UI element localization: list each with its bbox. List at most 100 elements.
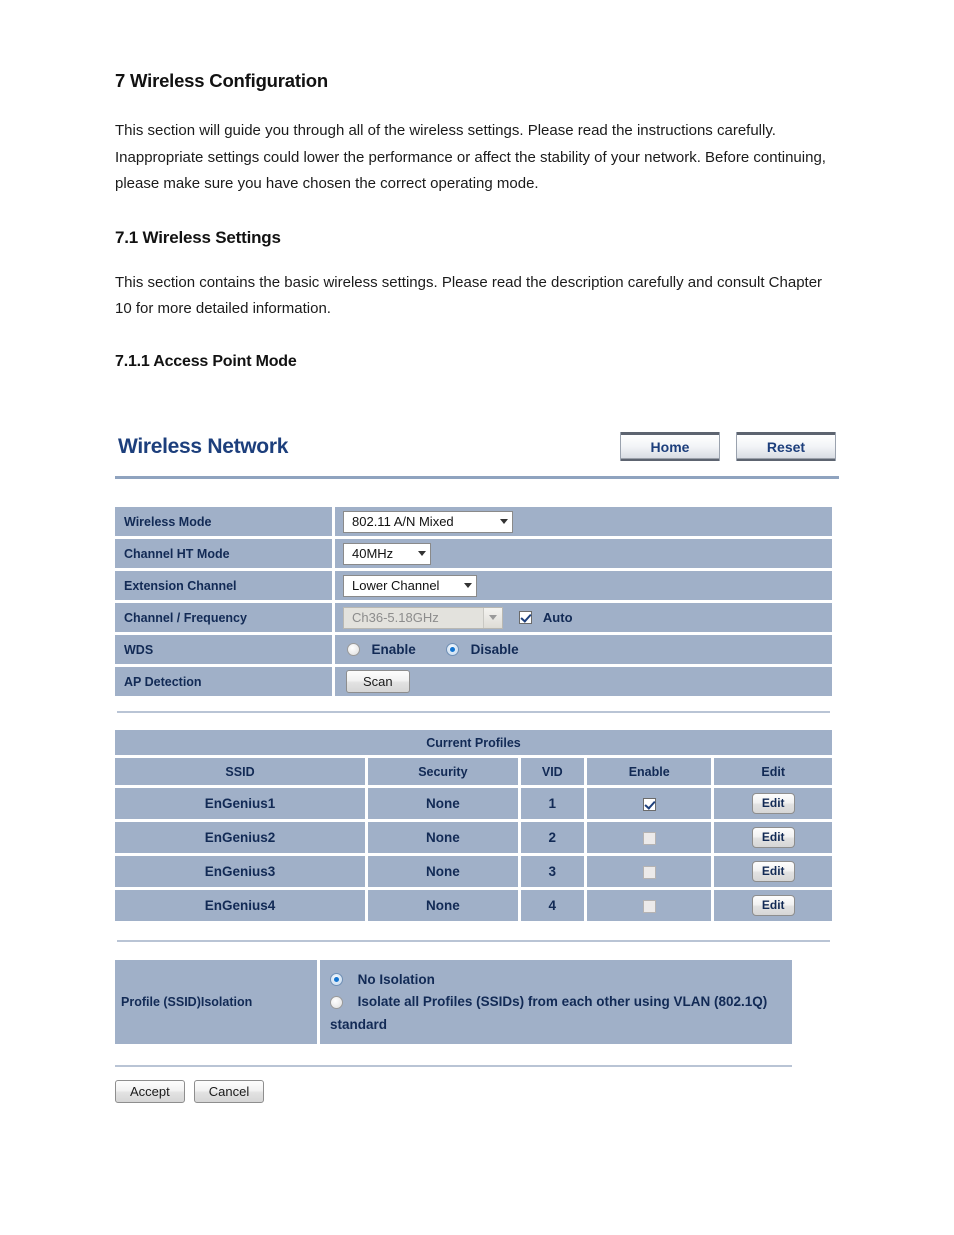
section-heading-7-1-1: 7.1.1 Access Point Mode bbox=[115, 352, 297, 370]
value-extension-channel: Lower Channel bbox=[335, 571, 832, 600]
chevron-down-icon bbox=[500, 519, 508, 524]
edit-button[interactable]: Edit bbox=[751, 793, 795, 814]
profiles-header-row: SSID Security VID Enable Edit bbox=[115, 758, 832, 785]
label-profile-isolation: Profile (SSID)Isolation bbox=[115, 960, 320, 1044]
cell-ssid: EnGenius2 bbox=[115, 822, 369, 853]
column-header-ssid: SSID bbox=[115, 758, 369, 785]
column-header-enable: Enable bbox=[586, 758, 715, 785]
label-wireless-mode: Wireless Mode bbox=[115, 507, 335, 536]
cell-edit: Edit bbox=[714, 788, 832, 819]
edit-button[interactable]: Edit bbox=[751, 827, 795, 848]
isolation-option-none: No Isolation bbox=[330, 968, 782, 991]
footer-divider bbox=[115, 1064, 792, 1067]
scan-button[interactable]: Scan bbox=[346, 670, 410, 693]
header-divider bbox=[115, 476, 839, 479]
wds-disable-radio[interactable] bbox=[446, 642, 460, 656]
profiles-title-row: Current Profiles bbox=[115, 730, 832, 755]
cell-enable bbox=[586, 788, 715, 819]
cell-vid: 1 bbox=[520, 788, 587, 819]
footer-button-group: Accept Cancel bbox=[115, 1079, 839, 1103]
auto-channel-checkbox[interactable] bbox=[519, 611, 533, 624]
cell-edit: Edit bbox=[714, 822, 832, 853]
section-heading-7-1: 7.1 Wireless Settings bbox=[115, 227, 281, 247]
profile-isolation-table: Profile (SSID)Isolation No Isolation Iso… bbox=[115, 960, 792, 1044]
label-channel-ht-mode: Channel HT Mode bbox=[115, 539, 335, 568]
row-channel-frequency: Channel / Frequency Ch36-5.18GHz Auto bbox=[115, 603, 832, 632]
cell-security: None bbox=[368, 890, 521, 921]
value-wds: Enable Disable bbox=[335, 635, 832, 664]
row-channel-ht-mode: Channel HT Mode 40MHz bbox=[115, 539, 832, 568]
extension-channel-select-value: Lower Channel bbox=[352, 578, 440, 593]
wireless-mode-select-value: 802.11 A/N Mixed bbox=[352, 514, 454, 529]
edit-button[interactable]: Edit bbox=[751, 895, 795, 916]
wds-disable-label: Disable bbox=[470, 641, 519, 657]
table-row: EnGenius2 None 2 Edit bbox=[115, 822, 832, 853]
label-wds: WDS bbox=[115, 635, 335, 664]
cell-vid: 3 bbox=[520, 856, 587, 887]
no-isolation-radio[interactable] bbox=[330, 973, 343, 987]
cancel-button[interactable]: Cancel bbox=[193, 1079, 265, 1103]
cell-enable bbox=[586, 890, 715, 921]
home-button[interactable]: Home bbox=[620, 432, 720, 461]
value-channel-frequency: Ch36-5.18GHz Auto bbox=[335, 603, 832, 632]
channel-ht-mode-select[interactable]: 40MHz bbox=[343, 542, 431, 565]
row-profile-isolation: Profile (SSID)Isolation No Isolation Iso… bbox=[115, 960, 792, 1044]
cell-vid: 2 bbox=[520, 822, 587, 853]
profile-enable-checkbox[interactable] bbox=[642, 831, 656, 845]
channel-frequency-select: Ch36-5.18GHz bbox=[343, 606, 503, 629]
extension-channel-select[interactable]: Lower Channel bbox=[343, 574, 477, 597]
column-header-security: Security bbox=[368, 758, 521, 785]
isolation-option-vlan: Isolate all Profiles (SSIDs) from each o… bbox=[330, 991, 782, 1036]
wireless-settings-table: Wireless Mode 802.11 A/N Mixed Channel H… bbox=[115, 504, 832, 699]
reset-button[interactable]: Reset bbox=[736, 432, 836, 461]
chevron-down-icon bbox=[418, 551, 426, 556]
wds-enable-radio[interactable] bbox=[347, 642, 360, 656]
ui-header: Wireless Network Home Reset bbox=[115, 428, 839, 474]
section-divider bbox=[117, 940, 830, 942]
wireless-mode-select[interactable]: 802.11 A/N Mixed bbox=[343, 510, 513, 533]
header-button-group: Home Reset bbox=[620, 432, 836, 461]
auto-channel-label: Auto bbox=[542, 610, 573, 625]
value-channel-ht-mode: 40MHz bbox=[335, 539, 832, 568]
accept-button[interactable]: Accept bbox=[115, 1079, 185, 1103]
table-row: EnGenius3 None 3 Edit bbox=[115, 856, 832, 887]
page-title: 7 Wireless Configuration bbox=[115, 70, 328, 91]
channel-ht-mode-select-value: 40MHz bbox=[352, 546, 394, 561]
cell-security: None bbox=[368, 856, 521, 887]
profile-enable-checkbox[interactable] bbox=[642, 797, 656, 811]
router-ui-screenshot: Wireless Network Home Reset Wireless Mod… bbox=[115, 428, 839, 1103]
intro-paragraph: This section will guide you through all … bbox=[115, 122, 826, 192]
cell-ssid: EnGenius1 bbox=[115, 788, 369, 819]
label-channel-frequency: Channel / Frequency bbox=[115, 603, 335, 632]
cell-edit: Edit bbox=[714, 856, 832, 887]
cell-vid: 4 bbox=[520, 890, 587, 921]
table-row: EnGenius4 None 4 Edit bbox=[115, 890, 832, 921]
cell-security: None bbox=[368, 788, 521, 819]
table-row: EnGenius1 None 1 Edit bbox=[115, 788, 832, 819]
profile-enable-checkbox[interactable] bbox=[642, 899, 656, 913]
row-ap-detection: AP Detection Scan bbox=[115, 667, 832, 696]
chevron-down-icon bbox=[483, 607, 502, 628]
edit-button[interactable]: Edit bbox=[751, 861, 795, 882]
label-ap-detection: AP Detection bbox=[115, 667, 335, 696]
cell-ssid: EnGenius4 bbox=[115, 890, 369, 921]
cell-edit: Edit bbox=[714, 890, 832, 921]
profiles-title: Current Profiles bbox=[115, 730, 832, 755]
cell-security: None bbox=[368, 822, 521, 853]
current-profiles-table: Current Profiles SSID Security VID Enabl… bbox=[115, 727, 832, 924]
cell-enable bbox=[586, 856, 715, 887]
cell-ssid: EnGenius3 bbox=[115, 856, 369, 887]
value-ap-detection: Scan bbox=[335, 667, 832, 696]
row-wds: WDS Enable Disable bbox=[115, 635, 832, 664]
chevron-down-icon bbox=[464, 583, 472, 588]
profile-enable-checkbox[interactable] bbox=[642, 865, 656, 879]
document-body: 7 Wireless Configuration This section wi… bbox=[115, 70, 839, 371]
no-isolation-label: No Isolation bbox=[357, 971, 435, 987]
ui-page-title: Wireless Network bbox=[118, 435, 289, 458]
vlan-isolation-radio[interactable] bbox=[330, 995, 343, 1009]
row-wireless-mode: Wireless Mode 802.11 A/N Mixed bbox=[115, 507, 832, 536]
column-header-edit: Edit bbox=[714, 758, 832, 785]
profile-isolation-options: No Isolation Isolate all Profiles (SSIDs… bbox=[320, 960, 792, 1044]
value-wireless-mode: 802.11 A/N Mixed bbox=[335, 507, 832, 536]
wds-enable-label: Enable bbox=[371, 641, 416, 657]
